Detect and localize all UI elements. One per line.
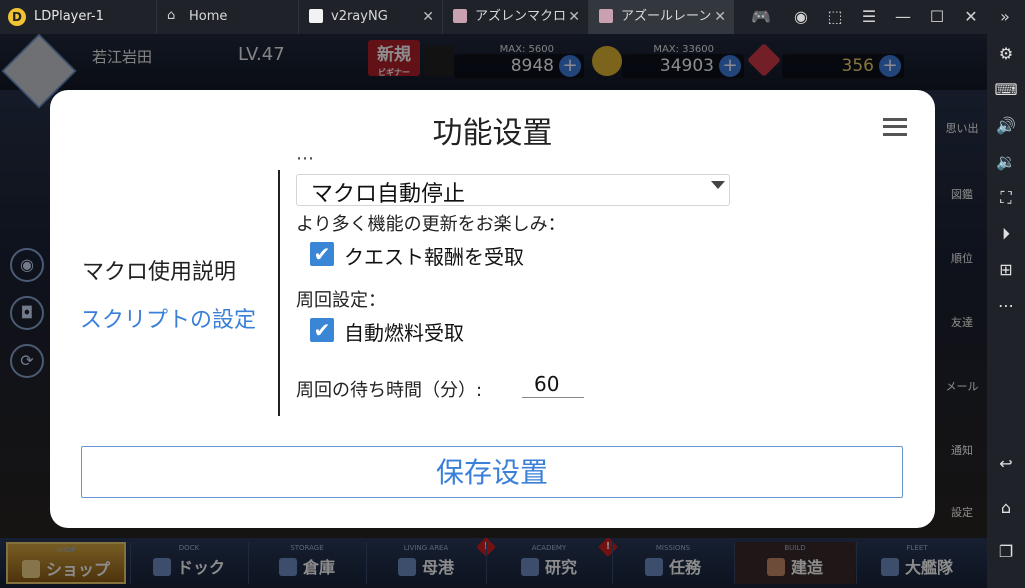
back-icon[interactable]: ↩ xyxy=(993,452,1019,476)
fullscreen-icon[interactable]: ⛶ xyxy=(993,186,1019,210)
emulator-sidebar: ⚙ ⌨ 🔊 🔉 ⛶ ⏵ ⊞ ⋯ ↩ ⌂ ❐ xyxy=(987,34,1025,588)
quest-reward-checkbox[interactable]: ✔ xyxy=(310,242,334,266)
volume-down-icon[interactable]: 🔉 xyxy=(993,150,1019,174)
auto-fuel-checkbox[interactable]: ✔ xyxy=(310,318,334,342)
volume-up-icon[interactable]: 🔊 xyxy=(993,114,1019,138)
tab-v2rayng-label: v2rayNG xyxy=(331,9,388,24)
emulator-titlebar: D LDPlayer-1 ⌂ Home v2rayNG ✕ アズレンマクロ ✕ ア… xyxy=(0,0,1025,34)
azur-lane-icon xyxy=(599,8,613,23)
tab-home-label: Home xyxy=(189,9,228,24)
settings-gear-icon[interactable]: ⚙ xyxy=(993,42,1019,66)
stop-mode-select[interactable]: マクロ自動停止 xyxy=(296,174,730,207)
tab-azur-lane-label: アズールレーン xyxy=(621,9,712,24)
account-icon[interactable]: ◉ xyxy=(790,6,812,28)
azur-macro-icon xyxy=(453,8,467,23)
settings-dialog: 功能设置 マクロ使用説明 スクリプトの設定 ⋯ マクロ自動停止 より多く機能の更… xyxy=(50,90,935,528)
minimize-icon[interactable]: — xyxy=(892,6,914,28)
wait-time-label: 周回の待ち時間（分）: xyxy=(296,380,483,401)
more-icon[interactable]: ⋯ xyxy=(993,294,1019,318)
add-window-icon[interactable]: ⊞ xyxy=(993,258,1019,282)
wait-time-input[interactable]: 60 xyxy=(522,370,584,398)
nav-script-settings[interactable]: スクリプトの設定 xyxy=(80,302,256,334)
hamburger-menu-icon[interactable] xyxy=(883,118,907,136)
loop-settings-heading: 周回設定： xyxy=(296,290,386,311)
v2rayng-icon xyxy=(309,8,323,23)
keyboard-icon[interactable]: ⌨ xyxy=(993,78,1019,102)
stop-mode-value: マクロ自動停止 xyxy=(311,182,466,207)
tab-azur-lane[interactable]: アズールレーン ✕ xyxy=(588,0,734,34)
close-icon[interactable]: ✕ xyxy=(714,0,726,34)
sidebar-collapse-icon[interactable]: » xyxy=(994,6,1016,28)
info-text: より多く機能の更新をお楽しみ： xyxy=(296,214,566,235)
home-icon: ⌂ xyxy=(167,7,176,23)
ldplayer-logo-icon: D xyxy=(8,8,26,26)
clipped-section-label: ⋯ xyxy=(296,154,314,169)
nav-macro-usage[interactable]: マクロ使用説明 xyxy=(82,254,236,286)
auto-fuel-label: 自動燃料受取 xyxy=(344,321,464,345)
home-nav-icon[interactable]: ⌂ xyxy=(993,496,1019,520)
recent-apps-icon[interactable]: ❐ xyxy=(993,540,1019,564)
maximize-icon[interactable]: ☐ xyxy=(926,6,948,28)
tab-home[interactable]: ⌂ Home xyxy=(156,0,298,34)
app-name: LDPlayer-1 xyxy=(34,9,104,24)
close-icon[interactable]: ✕ xyxy=(422,0,434,34)
quest-reward-label: クエスト報酬を受取 xyxy=(344,245,524,269)
gamepad-icon[interactable]: 🎮 xyxy=(750,6,772,28)
menu-icon[interactable]: ☰ xyxy=(858,6,880,28)
tab-azur-macro[interactable]: アズレンマクロ ✕ xyxy=(442,0,588,34)
chevron-down-icon xyxy=(711,181,725,189)
close-icon[interactable]: ✕ xyxy=(568,0,580,34)
resize-icon[interactable]: ⬚ xyxy=(824,6,846,28)
window-close-icon[interactable]: ✕ xyxy=(960,6,982,28)
dialog-title: 功能设置 xyxy=(432,116,553,151)
divider xyxy=(278,170,280,416)
settings-scroll-area[interactable]: ⋯ マクロ自動停止 より多く機能の更新をお楽しみ： ✔ クエスト報酬を受取 周回… xyxy=(296,154,896,432)
save-settings-button[interactable]: 保存设置 xyxy=(81,446,903,498)
tab-v2rayng[interactable]: v2rayNG ✕ xyxy=(298,0,442,34)
tab-azur-macro-label: アズレンマクロ xyxy=(475,9,567,24)
record-icon[interactable]: ⏵ xyxy=(993,222,1019,246)
